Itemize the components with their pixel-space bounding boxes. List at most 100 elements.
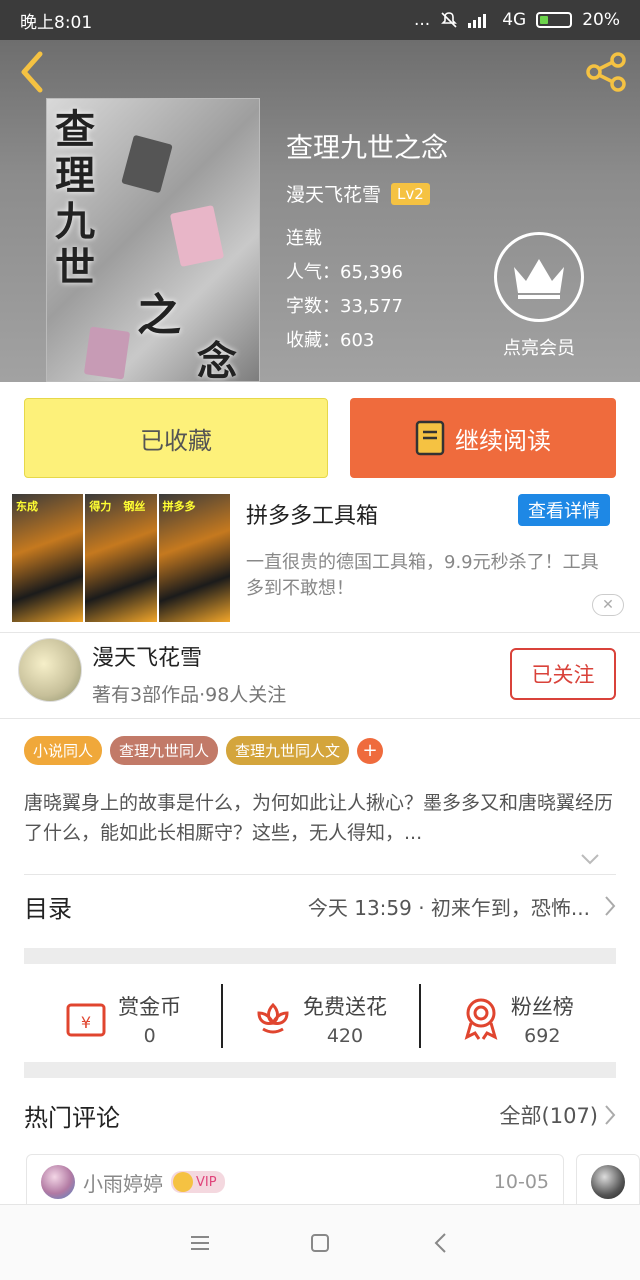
system-nav-bar <box>0 1204 640 1280</box>
tag[interactable]: 查理九世同人文 <box>226 736 350 765</box>
book-header: 查理九世 之 念 查理九世之念 漫天飞花雪 Lv2 连载 人气：65,396 字… <box>0 40 640 382</box>
stat-value: 420 <box>326 1025 364 1047</box>
menu-nav-button[interactable] <box>180 1223 220 1263</box>
flower-icon <box>257 1002 289 1034</box>
hot-comments-title: 热门评论 <box>24 1104 120 1132</box>
divider <box>0 632 640 633</box>
comment-date: 10-05 <box>493 1171 549 1193</box>
status-bar: 晚上8:01 ... 4G 20% <box>0 0 640 40</box>
tag[interactable]: 小说同人 <box>24 736 103 765</box>
popularity: 人气：65,396 <box>286 262 403 283</box>
serial-status: 连载 <box>286 228 322 249</box>
back-icon[interactable] <box>16 50 48 94</box>
vip-badge-label: VIP <box>196 1174 217 1190</box>
signal-icon <box>468 14 487 28</box>
chevron-down-icon[interactable] <box>580 852 600 866</box>
synopsis[interactable]: 唐晓翼身上的故事是什么，为何如此让人揪心？墨多多又和唐晓翼经历了什么，能如此长相… <box>24 788 620 848</box>
status-indicators: ... 4G 20% <box>414 10 620 30</box>
cover-decoration <box>83 326 131 380</box>
author-avatar[interactable] <box>18 638 82 702</box>
stat-label: 赏金币 <box>118 995 182 1019</box>
medal-icon <box>464 998 498 1040</box>
author-line[interactable]: 漫天飞花雪 Lv2 <box>286 180 430 207</box>
vip-badge: VIP <box>171 1171 225 1193</box>
all-comments-label: 全部(107) <box>499 1104 598 1128</box>
add-tag-icon[interactable]: + <box>357 737 384 764</box>
book-title: 查理九世之念 <box>286 133 448 164</box>
home-nav-button[interactable] <box>300 1223 340 1263</box>
divider <box>0 718 640 719</box>
continue-read-button[interactable]: 继续阅读 <box>350 398 616 478</box>
svg-text:¥: ¥ <box>81 1013 91 1032</box>
author-card-name[interactable]: 漫天飞花雪 <box>92 640 202 672</box>
coin-envelope-icon: ¥ <box>66 1003 106 1037</box>
menu-icon <box>191 1235 209 1250</box>
battery-percent: 20% <box>582 10 620 30</box>
table-of-contents[interactable]: 目录 今天 13:59 · 初来乍到，恐怖... <box>24 874 616 938</box>
cover-decoration <box>121 134 173 194</box>
chevron-right-icon <box>605 1105 616 1125</box>
vip-button[interactable] <box>494 232 584 322</box>
section-separator <box>24 948 616 964</box>
ad-image: 拼多多 <box>158 494 230 622</box>
stat-value: 0 <box>143 1025 156 1047</box>
crown-icon <box>514 259 564 299</box>
ad-image: 得力 钢丝 <box>85 494 157 622</box>
ad-close-icon[interactable]: ✕ <box>592 594 624 616</box>
author-card-summary: 著有3部作品·98人关注 <box>92 684 287 706</box>
section-separator <box>24 1062 616 1078</box>
favorite-count: 收藏：603 <box>286 330 375 351</box>
chevron-right-icon <box>605 896 616 916</box>
battery-icon <box>536 12 573 28</box>
stat-flowers[interactable]: 免费送花 420 <box>221 974 418 1064</box>
avatar[interactable] <box>591 1165 625 1199</box>
word-count: 字数：33,577 <box>286 296 403 317</box>
cover-title-char: 念 <box>197 338 237 382</box>
ad-title[interactable]: 拼多多工具箱 <box>246 498 378 530</box>
follow-button[interactable]: 已关注 <box>510 648 616 700</box>
stat-value: 692 <box>524 1025 561 1047</box>
book-content: 已收藏 继续阅读 东成 得力 钢丝 拼多多 拼多多工具箱 查看详情 一直很贵的德国… <box>0 382 640 1280</box>
toc-label: 目录 <box>24 894 72 923</box>
back-nav-button[interactable] <box>420 1223 460 1263</box>
book-icon <box>415 420 445 456</box>
stat-fans[interactable]: 粉丝榜 692 <box>418 974 616 1064</box>
network-type: 4G <box>502 10 527 30</box>
back-icon <box>434 1232 446 1253</box>
comment-card[interactable]: 小雨婷婷 VIP 10-05 <box>26 1154 564 1210</box>
tag-list: 小说同人 查理九世同人 查理九世同人文 + <box>24 736 384 765</box>
ad-image-tag: 钢丝 <box>123 500 146 513</box>
cover-decoration <box>169 205 225 267</box>
author-name[interactable]: 漫天飞花雪 <box>286 180 381 207</box>
home-square-icon <box>311 1233 329 1252</box>
tag[interactable]: 查理九世同人 <box>110 736 219 765</box>
ad-image-tag: 东成 <box>16 500 38 513</box>
comment-card[interactable] <box>576 1154 640 1210</box>
cover-title-char: 之 <box>137 290 181 341</box>
continue-read-label: 继续阅读 <box>455 426 551 455</box>
collected-button[interactable]: 已收藏 <box>24 398 328 478</box>
ad-description[interactable]: 一直很贵的德国工具箱，9.9元秒杀了！工具多到不敢想！ <box>246 550 616 602</box>
ad-image: 东成 <box>12 494 84 622</box>
stats-row: ¥ 赏金币 0 免费送花 420 粉丝榜 692 <box>24 974 616 1064</box>
more-indicators: ... <box>413 10 431 30</box>
toc-latest-chapter: 今天 13:59 · 初来乍到，恐怖... <box>307 895 590 920</box>
ad-image-tag: 得力 <box>89 500 112 513</box>
vip-label[interactable]: 点亮会员 <box>494 334 584 360</box>
all-comments-link[interactable]: 全部(107) <box>500 1100 616 1130</box>
clock: 晚上8:01 <box>20 12 93 33</box>
cover-title-vertical: 查理九世 <box>55 106 95 291</box>
comment-username[interactable]: 小雨婷婷 <box>83 1168 163 1197</box>
avatar[interactable] <box>41 1165 75 1199</box>
stat-label: 免费送花 <box>302 995 387 1019</box>
stat-reward[interactable]: ¥ 赏金币 0 <box>24 974 221 1064</box>
share-icon[interactable] <box>584 50 628 94</box>
ad-detail-button[interactable]: 查看详情 <box>518 494 610 526</box>
level-badge: Lv2 <box>391 182 430 205</box>
ad-image-tag: 拼多多 <box>162 500 196 513</box>
ad-images[interactable]: 东成 得力 钢丝 拼多多 <box>12 494 230 622</box>
mute-icon <box>441 12 458 28</box>
book-cover[interactable]: 查理九世 之 念 <box>46 98 260 382</box>
stat-label: 粉丝榜 <box>510 995 574 1019</box>
crown-icon <box>173 1172 193 1192</box>
